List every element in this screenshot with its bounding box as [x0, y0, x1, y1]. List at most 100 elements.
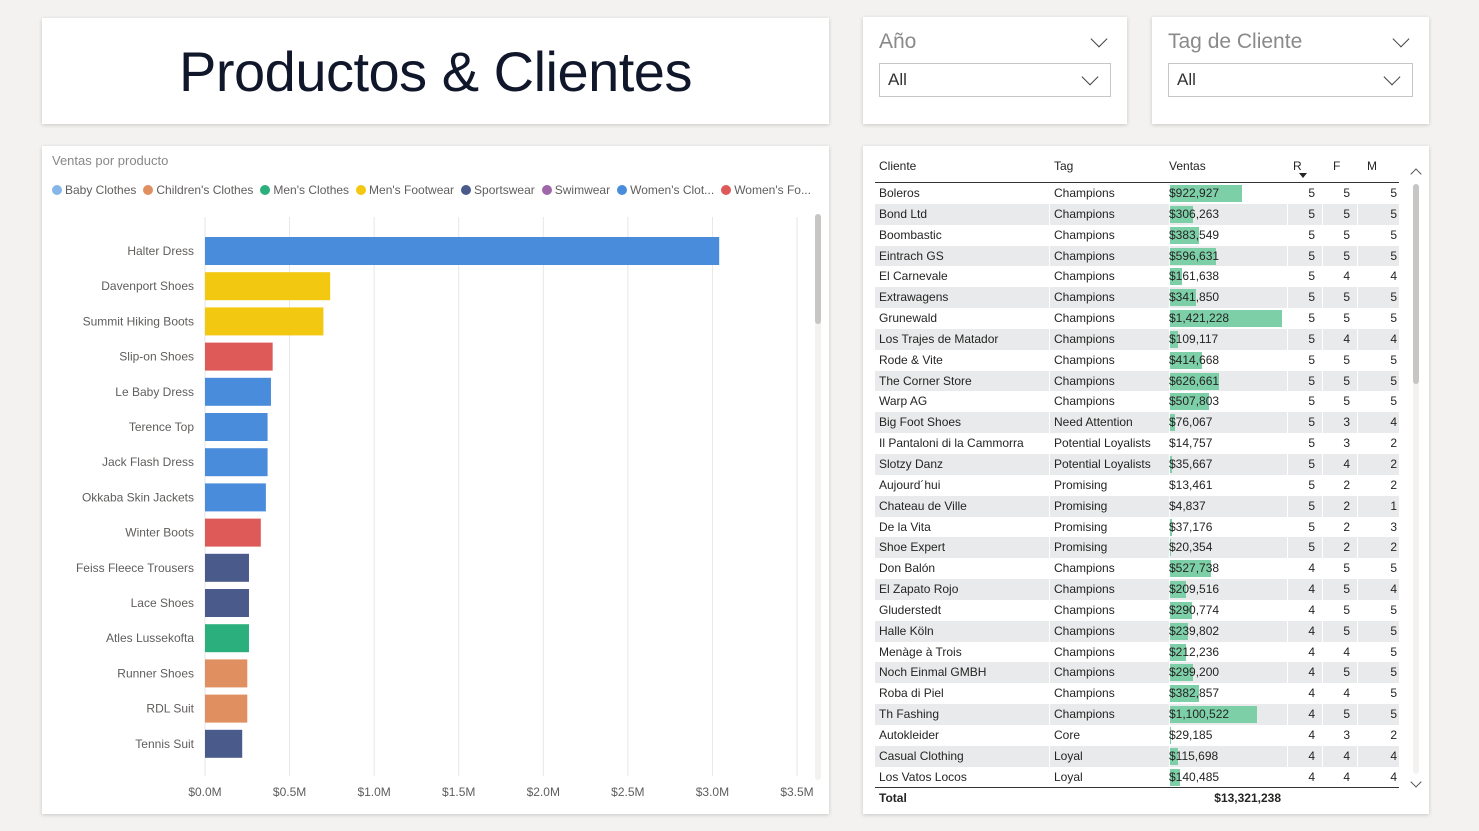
legend-item[interactable]: Women's Fo...: [721, 183, 811, 197]
cell-f: 5: [1343, 394, 1350, 409]
table-row[interactable]: Il Pantaloni di la Cammorra Potential Loy…: [875, 433, 1399, 454]
table-row[interactable]: Gluderstedt Champions $290,774 4 5 5: [875, 599, 1399, 621]
table-row[interactable]: Chateau de Ville Promising $4,837 5 2 1: [875, 495, 1399, 517]
bar[interactable]: [205, 624, 249, 653]
table-row[interactable]: The Corner Store Champions $626,661 5 5 5: [875, 370, 1399, 392]
legend-item[interactable]: Baby Clothes: [52, 183, 136, 197]
bar[interactable]: [205, 237, 720, 265]
bar[interactable]: [205, 694, 248, 723]
cell-r: 4: [1308, 602, 1315, 617]
table-row[interactable]: Los Trajes de Matador Champions $109,117 5 4…: [875, 328, 1399, 350]
table-row[interactable]: Noch Einmal GMBH Champions $299,200 4 5 5: [875, 662, 1399, 684]
tag-slicer-title: Tag de Cliente: [1168, 30, 1303, 53]
legend-item[interactable]: Women's Clot...: [617, 183, 714, 197]
legend-item[interactable]: Men's Footwear: [356, 183, 454, 197]
legend-item[interactable]: Swimwear: [541, 183, 610, 197]
column-separator: [1049, 662, 1050, 684]
category-label: RDL Suit: [146, 702, 194, 716]
table-row[interactable]: Don Balón Champions $527,738 4 5 5: [875, 558, 1399, 580]
table-row[interactable]: El Carnevale Champions $161,638 5 4 4: [875, 266, 1399, 288]
cell-tag: Champions: [1054, 206, 1115, 221]
table-row[interactable]: Halle Köln Champions $239,802 4 5 5: [875, 620, 1399, 642]
header-cliente[interactable]: Cliente: [879, 154, 1049, 182]
bar[interactable]: [205, 448, 268, 477]
tag-dropdown[interactable]: All: [1168, 63, 1413, 97]
table-row[interactable]: Los Vatos Locos Loyal $140,485 4 4 4: [875, 766, 1399, 788]
chevron-down-icon[interactable]: [1392, 30, 1410, 48]
cell-r: 5: [1308, 415, 1315, 430]
header-m[interactable]: M: [1367, 154, 1407, 182]
bar[interactable]: [205, 342, 273, 371]
cell-cliente: Grunewald: [879, 311, 938, 326]
table-row[interactable]: Slotzy Danz Potential Loyalists $35,667 5 4 2: [875, 453, 1399, 475]
table-row[interactable]: Bond Ltd Champions $306,263 5 5 5: [875, 203, 1399, 225]
bar-chart-svg[interactable]: $0.0M $0.5M $1.0M $1.5M $2.0M $2.5M $3.0M $3.5M…: [42, 146, 829, 814]
column-separator: [1322, 245, 1323, 267]
table-row[interactable]: De la Vita Promising $37,176 5 2 3: [875, 516, 1399, 538]
bar[interactable]: [205, 589, 249, 617]
column-separator: [1049, 203, 1050, 225]
table-row[interactable]: Warp AG Champions $507,803 5 5 5: [875, 391, 1399, 413]
tag-dropdown-value: All: [1177, 70, 1196, 89]
table-scrollbar[interactable]: [1410, 164, 1422, 796]
header-ventas[interactable]: Ventas: [1169, 154, 1283, 182]
cell-tag: Promising: [1054, 540, 1108, 555]
bar[interactable]: [205, 272, 331, 301]
table-row[interactable]: Th Fashing Champions $1,100,522 4 5 5: [875, 704, 1399, 725]
table-scrollbar-track[interactable]: [1413, 184, 1419, 774]
table-row[interactable]: Grunewald Champions $1,421,228 5 5 5: [875, 308, 1399, 329]
table-row[interactable]: Casual Clothing Loyal $115,698 4 4 4: [875, 745, 1399, 767]
column-separator: [1322, 662, 1323, 684]
table-row[interactable]: Big Foot Shoes Need Attention $76,067 5 3 4: [875, 412, 1399, 434]
table-row[interactable]: El Zapato Rojo Champions $209,516 4 5 4: [875, 579, 1399, 600]
column-separator: [1287, 287, 1288, 309]
column-separator: [1357, 745, 1358, 767]
cell-ventas: $13,461: [1169, 477, 1213, 492]
bar[interactable]: [205, 729, 243, 758]
bar[interactable]: [205, 483, 266, 512]
header-tag[interactable]: Tag: [1054, 154, 1169, 182]
column-separator: [1049, 328, 1050, 350]
legend-item[interactable]: Men's Clothes: [260, 183, 349, 197]
legend-label: Men's Footwear: [369, 183, 455, 197]
cell-ventas: $20,354: [1169, 540, 1213, 555]
bar[interactable]: [205, 413, 268, 441]
table-row[interactable]: Extrawagens Champions $341,850 5 5 5: [875, 287, 1399, 309]
table-row[interactable]: Menàge à Trois Champions $212,236 4 4 5: [875, 641, 1399, 663]
table-scrollbar-thumb[interactable]: [1413, 184, 1419, 384]
bar[interactable]: [205, 377, 271, 406]
table-row[interactable]: Boleros Champions $922,927 5 5 5: [875, 183, 1399, 204]
table-row[interactable]: Eintrach GS Champions $596,631 5 5 5: [875, 245, 1399, 267]
bar[interactable]: [205, 659, 248, 688]
chart-scrollbar-thumb[interactable]: [815, 214, 821, 324]
table-row[interactable]: Aujourd´hui Promising $13,461 5 2 2: [875, 474, 1399, 496]
table-row[interactable]: Shoe Expert Promising $20,354 5 2 2: [875, 537, 1399, 559]
cell-m: 1: [1390, 498, 1397, 513]
cell-tag: Promising: [1054, 519, 1108, 534]
sort-descending-icon: [1299, 173, 1307, 178]
year-slicer-header[interactable]: Año: [879, 27, 1111, 57]
header-f[interactable]: F: [1333, 154, 1363, 182]
column-separator: [1357, 516, 1358, 538]
table-row[interactable]: Autokleider Core $29,185 4 3 2: [875, 724, 1399, 746]
column-separator: [1287, 724, 1288, 746]
column-separator: [1357, 558, 1358, 580]
table-row[interactable]: Boombastic Champions $383,549 5 5 5: [875, 224, 1399, 246]
scroll-down-icon[interactable]: [1410, 776, 1422, 788]
bar[interactable]: [205, 553, 249, 582]
chevron-down-icon[interactable]: [1090, 30, 1108, 48]
tag-slicer-header[interactable]: Tag de Cliente: [1168, 27, 1413, 57]
legend-item[interactable]: Children's Clothes: [143, 183, 253, 197]
table-row[interactable]: Roba di Piel Champions $382,857 4 4 5: [875, 683, 1399, 705]
table-row[interactable]: Rode & Vite Champions $414,668 5 5 5: [875, 349, 1399, 371]
column-separator: [1357, 537, 1358, 559]
cell-m: 5: [1390, 352, 1397, 367]
bar[interactable]: [205, 518, 261, 547]
chart-scrollbar[interactable]: [815, 214, 821, 780]
legend-item[interactable]: Sportswear: [461, 183, 535, 197]
header-r[interactable]: R: [1293, 154, 1323, 182]
column-separator: [1322, 704, 1323, 725]
scroll-up-icon[interactable]: [1410, 168, 1422, 180]
year-dropdown[interactable]: All: [879, 63, 1111, 97]
bar[interactable]: [205, 307, 324, 336]
